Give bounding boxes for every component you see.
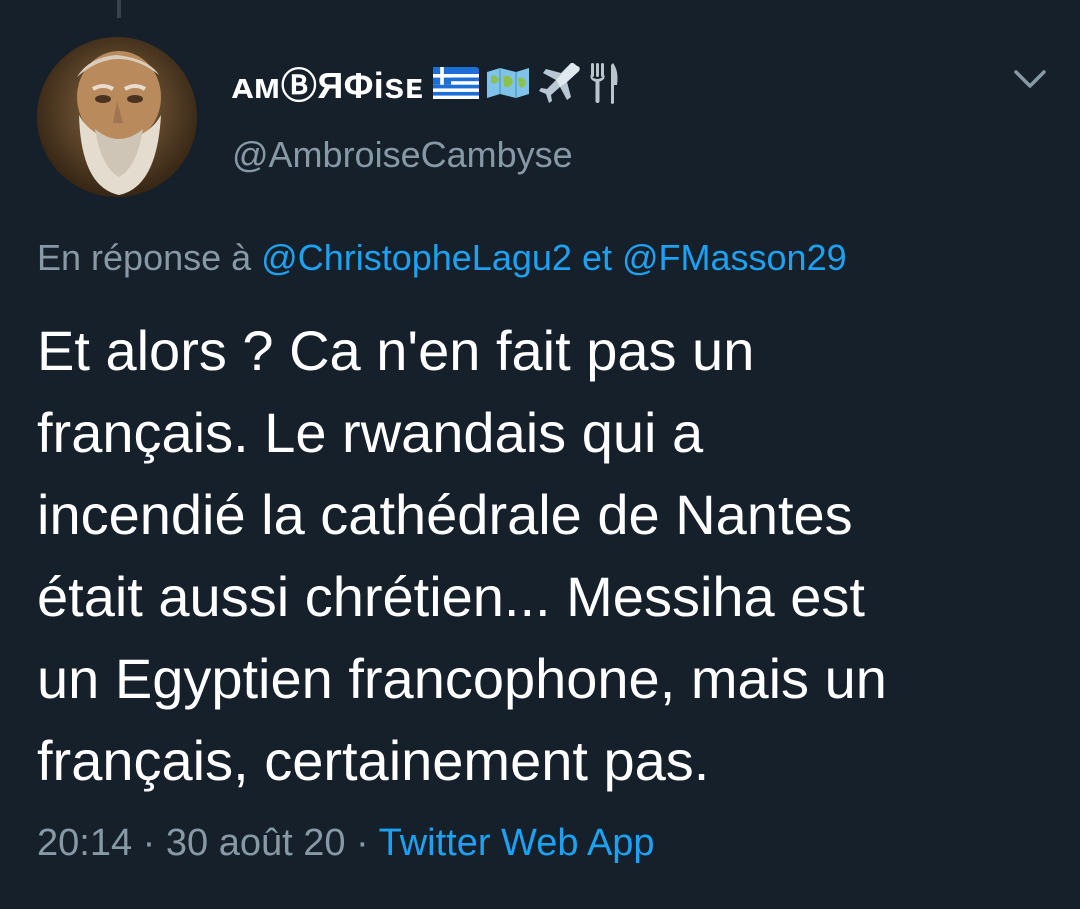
meta-separator: · — [356, 822, 369, 864]
meta-separator: · — [142, 822, 156, 864]
tweet-text-line: français, certainement pas. — [37, 729, 710, 792]
tweet-text-line: incendié la cathédrale de Nantes — [37, 483, 853, 546]
greece-flag-icon — [433, 67, 480, 99]
reply-mention-christophelagu2[interactable]: @ChristopheLagu2 — [261, 237, 572, 278]
tweet-text-line: était aussi chrétien... Messiha est — [37, 565, 865, 628]
fork-knife-icon — [590, 63, 618, 104]
tweet-source-link[interactable]: Twitter Web App — [379, 822, 655, 864]
reply-conjunction: et — [581, 237, 612, 278]
name-emoji-row — [433, 61, 621, 105]
avatar-portrait-image — [37, 37, 197, 197]
thread-connector-line — [117, 0, 121, 18]
chevron-down-icon[interactable] — [1008, 62, 1052, 98]
tweet-date[interactable]: 30 août 20 — [166, 822, 346, 864]
tweet-text-line: un Egyptien francophone, mais un — [37, 647, 887, 710]
tweet-meta: 20:14 · 30 août 20 · Twitter Web App — [37, 822, 655, 865]
tweet-text-line: Et alors ? Ca n'en fait pas un — [37, 319, 755, 382]
display-name[interactable]: ᴀᴍⒷЯΦisᴇ — [232, 57, 423, 109]
airplane-icon — [539, 63, 580, 103]
reply-mention-fmasson29[interactable]: @FMasson29 — [622, 237, 847, 278]
tweet-text-line: français. Le rwandais qui a — [37, 401, 704, 464]
tweet-text: Et alors ? Ca n'en fait pas un français.… — [37, 310, 1047, 802]
world-map-icon — [487, 68, 530, 98]
display-name-row[interactable]: ᴀᴍⒷЯΦisᴇ — [232, 58, 621, 108]
avatar[interactable] — [37, 37, 197, 197]
reply-context: En réponse à @ChristopheLagu2 et @FMasso… — [37, 237, 847, 279]
tweet-time[interactable]: 20:14 — [37, 822, 132, 864]
reply-prefix: En réponse à — [37, 237, 252, 278]
user-handle[interactable]: @AmbroiseCambyse — [232, 134, 573, 176]
